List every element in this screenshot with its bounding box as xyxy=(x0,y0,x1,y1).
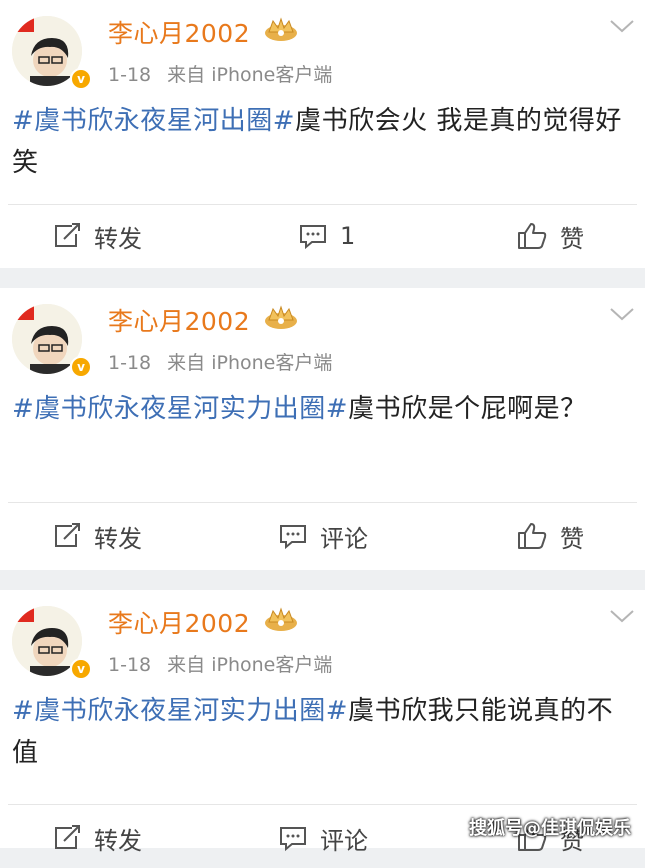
like-label: 赞 xyxy=(560,524,584,553)
repost-icon xyxy=(55,523,80,547)
repost-button[interactable]: 转发 xyxy=(52,808,142,868)
post-date: 1-18 xyxy=(108,654,152,676)
hashtag-link[interactable]: #虞书欣永夜星河实力出圈# xyxy=(12,394,348,424)
chevron-down-icon[interactable] xyxy=(609,18,635,34)
post-source: 来自 iPhone客户端 xyxy=(167,64,333,86)
verified-badge-icon: v xyxy=(70,356,92,378)
like-button[interactable]: 赞 xyxy=(516,506,584,566)
crown-badge-icon xyxy=(265,607,297,631)
chevron-down-icon[interactable] xyxy=(609,608,635,624)
action-bar: 转发 1 赞 xyxy=(0,206,645,266)
like-button[interactable]: 赞 xyxy=(516,206,584,266)
comment-label: 评论 xyxy=(320,524,368,553)
crown-badge-icon xyxy=(265,305,297,329)
repost-label: 转发 xyxy=(94,224,142,253)
post-2: v 李心月2002 1-18 来自 iPhone客户端 #虞书欣永夜星河实力出圈… xyxy=(0,288,645,570)
post-text: 虞书欣是个屁啊是？ xyxy=(348,394,587,424)
hashtag-link[interactable]: #虞书欣永夜星河出圈# xyxy=(12,106,295,136)
post-content: #虞书欣永夜星河实力出圈#虞书欣是个屁啊是？ xyxy=(12,388,632,430)
crown-badge-icon xyxy=(265,17,297,41)
hashtag-link[interactable]: #虞书欣永夜星河实力出圈# xyxy=(12,696,348,726)
post-meta: 1-18 来自 iPhone客户端 xyxy=(108,60,342,87)
post-meta: 1-18 来自 iPhone客户端 xyxy=(108,348,342,375)
post-content: #虞书欣永夜星河出圈#虞书欣会火 我是真的觉得好笑 xyxy=(12,100,632,184)
repost-label: 转发 xyxy=(94,524,142,553)
post-content: #虞书欣永夜星河实力出圈#虞书欣我只能说真的不值 xyxy=(12,690,632,774)
repost-label: 转发 xyxy=(94,826,142,855)
post-1: v 李心月2002 1-18 来自 iPhone客户端 #虞书欣永夜星河出圈#虞… xyxy=(0,0,645,268)
repost-icon xyxy=(55,223,80,247)
post-meta: 1-18 来自 iPhone客户端 xyxy=(108,650,342,677)
username[interactable]: 李心月2002 xyxy=(108,14,250,50)
thumbs-up-icon xyxy=(518,523,547,549)
comment-count: 1 xyxy=(340,222,356,250)
post-source: 来自 iPhone客户端 xyxy=(167,654,333,676)
username[interactable]: 李心月2002 xyxy=(108,604,250,640)
repost-button[interactable]: 转发 xyxy=(52,206,142,266)
comment-label: 评论 xyxy=(320,826,368,855)
comment-button[interactable]: 1 xyxy=(298,206,355,266)
divider xyxy=(8,204,637,205)
post-source: 来自 iPhone客户端 xyxy=(167,352,333,374)
comment-icon xyxy=(300,225,326,250)
avatar[interactable]: v xyxy=(12,304,92,378)
repost-button[interactable]: 转发 xyxy=(52,506,142,566)
post-date: 1-18 xyxy=(108,352,152,374)
chevron-down-icon[interactable] xyxy=(609,306,635,322)
username[interactable]: 李心月2002 xyxy=(108,302,250,338)
verified-badge-icon: v xyxy=(70,658,92,680)
watermark: 搜狐号@佳琪侃娱乐 xyxy=(469,818,631,839)
divider xyxy=(8,804,637,805)
action-bar: 转发 评论 赞 xyxy=(0,506,645,566)
thumbs-up-icon xyxy=(518,223,547,249)
post-date: 1-18 xyxy=(108,64,152,86)
comment-icon xyxy=(280,525,306,550)
verified-badge-icon: v xyxy=(70,68,92,90)
comment-button[interactable]: 评论 xyxy=(278,506,368,566)
comment-button[interactable]: 评论 xyxy=(278,808,368,868)
avatar[interactable]: v xyxy=(12,16,92,90)
like-label: 赞 xyxy=(560,224,584,253)
divider xyxy=(8,502,637,503)
post-3: v 李心月2002 1-18 来自 iPhone客户端 #虞书欣永夜星河实力出圈… xyxy=(0,590,645,855)
avatar[interactable]: v xyxy=(12,606,92,680)
